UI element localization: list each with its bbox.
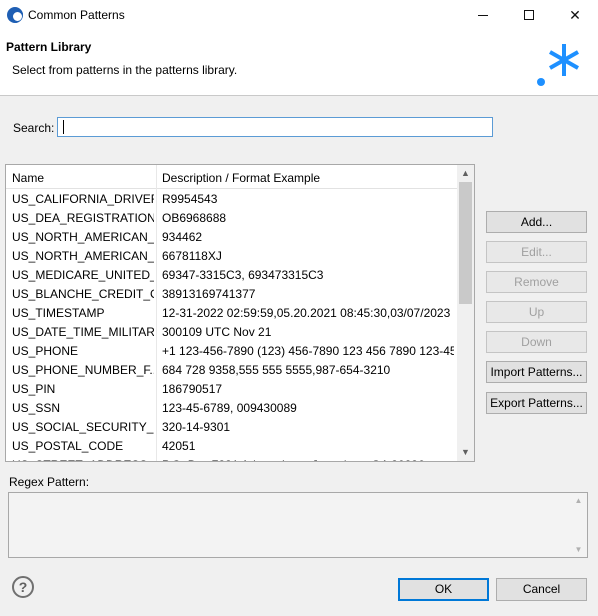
regex-pattern-label: Regex Pattern:	[9, 475, 90, 489]
regex-pattern-field[interactable]: ▲ ▼	[8, 492, 588, 558]
pattern-description-cell: 38913169741377	[162, 287, 256, 301]
edit-button[interactable]: Edit...	[486, 241, 587, 263]
pattern-table[interactable]: Name Description / Format Example US_CAL…	[5, 164, 475, 462]
close-button[interactable]: ✕	[552, 0, 598, 30]
pattern-name-cell: US_CALIFORNIA_DRIVER...	[12, 192, 154, 206]
help-icon[interactable]: ?	[12, 576, 34, 598]
pattern-description-cell: 123-45-6789, 009430089	[162, 401, 297, 415]
table-row[interactable]: US_PIN 186790517	[6, 379, 457, 398]
scrollbar-thumb[interactable]	[459, 182, 472, 304]
table-row[interactable]: US_MEDICARE_UNITED_... 69347-3315C3, 6934…	[6, 265, 457, 284]
window-title: Common Patterns	[28, 8, 125, 22]
scroll-up-arrow-icon[interactable]: ▲	[457, 165, 474, 182]
pattern-name-cell: US_SOCIAL_SECURITY_N...	[12, 420, 154, 434]
table-row[interactable]: US_SSN 123-45-6789, 009430089	[6, 398, 457, 417]
pattern-description-cell: 42051	[162, 439, 196, 453]
pattern-name-cell: US_DATE_TIME_MILITARY	[12, 325, 154, 339]
pattern-description-cell: 934462	[162, 230, 203, 244]
pattern-name-cell: US_PHONE	[12, 344, 79, 358]
pattern-description-cell: +1 123-456-7890 (123) 456-7890 123 456 7…	[162, 344, 454, 358]
pattern-name-cell: US_PHONE_NUMBER_F...	[12, 363, 154, 377]
table-header: Name Description / Format Example	[6, 165, 457, 189]
pattern-name-cell: US_PIN	[12, 382, 56, 396]
up-button[interactable]: Up	[486, 301, 587, 323]
remove-button[interactable]: Remove	[486, 271, 587, 293]
table-row[interactable]: US_SOCIAL_SECURITY_N... 320-14-9301	[6, 417, 457, 436]
banner-subtitle: Select from patterns in the patterns lib…	[12, 63, 238, 77]
close-icon: ✕	[569, 6, 581, 23]
window-titlebar: Common Patterns ✕	[0, 0, 598, 30]
search-input[interactable]	[57, 117, 493, 137]
pattern-description-cell: P.O. Box 7331 Adams Lane Jonesboro GA 30…	[162, 458, 454, 461]
regex-scrollbar[interactable]: ▲ ▼	[570, 493, 587, 557]
scroll-down-arrow-icon[interactable]: ▼	[457, 444, 474, 461]
table-row[interactable]: US_PHONE_NUMBER_F... 684 728 9358,555 555…	[6, 360, 457, 379]
pattern-name-cell: US_STREET_ADDRESS	[12, 458, 154, 461]
regex-star-icon	[537, 44, 579, 86]
scroll-down-arrow-icon[interactable]: ▼	[570, 542, 587, 557]
app-icon	[7, 7, 23, 23]
pattern-name-cell: US_NORTH_AMERICAN_I...	[12, 230, 154, 244]
pattern-name-cell: US_POSTAL_CODE	[12, 439, 124, 453]
table-scrollbar[interactable]: ▲ ▼	[457, 165, 474, 461]
import-patterns-button[interactable]: Import Patterns...	[486, 361, 587, 383]
table-row[interactable]: US_CALIFORNIA_DRIVER... R9954543	[6, 189, 457, 208]
pattern-name-cell: US_SSN	[12, 401, 61, 415]
column-header-name[interactable]: Name	[12, 171, 44, 185]
table-row[interactable]: US_DATE_TIME_MILITARY 300109 UTC Nov 21	[6, 322, 457, 341]
banner-title: Pattern Library	[6, 40, 92, 54]
scroll-up-arrow-icon[interactable]: ▲	[570, 493, 587, 508]
pattern-name-cell: US_NORTH_AMERICAN_...	[12, 249, 154, 263]
down-button[interactable]: Down	[486, 331, 587, 353]
pattern-description-cell: 6678118XJ	[162, 249, 222, 263]
table-row[interactable]: US_TIMESTAMP 12-31-2022 02:59:59,05.20.20…	[6, 303, 457, 322]
maximize-icon	[524, 10, 534, 20]
ok-button[interactable]: OK	[398, 578, 489, 601]
table-row[interactable]: US_STREET_ADDRESS P.O. Box 7331 Adams Lan…	[6, 455, 457, 461]
pattern-description-cell: 12-31-2022 02:59:59,05.20.2021 08:45:30,…	[162, 306, 454, 320]
pattern-description-cell: 300109 UTC Nov 21	[162, 325, 272, 339]
pattern-description-cell: OB6968688	[162, 211, 227, 225]
table-row[interactable]: US_PHONE +1 123-456-7890 (123) 456-7890 1…	[6, 341, 457, 360]
table-body: US_CALIFORNIA_DRIVER... R9954543 US_DEA_RE…	[6, 189, 457, 461]
pattern-name-cell: US_TIMESTAMP	[12, 306, 105, 320]
pattern-description-cell: 186790517	[162, 382, 223, 396]
minimize-button[interactable]	[460, 0, 506, 30]
dialog-banner: Pattern Library Select from patterns in …	[0, 30, 598, 96]
column-header-description[interactable]: Description / Format Example	[162, 171, 320, 185]
table-row[interactable]: US_BLANCHE_CREDIT_C... 38913169741377	[6, 284, 457, 303]
pattern-name-cell: US_MEDICARE_UNITED_...	[12, 268, 154, 282]
maximize-button[interactable]	[506, 0, 552, 30]
pattern-name-cell: US_BLANCHE_CREDIT_C...	[12, 287, 154, 301]
table-row[interactable]: US_NORTH_AMERICAN_... 6678118XJ	[6, 246, 457, 265]
pattern-description-cell: R9954543	[162, 192, 218, 206]
search-label: Search:	[13, 121, 55, 135]
cancel-button[interactable]: Cancel	[496, 578, 587, 601]
export-patterns-button[interactable]: Export Patterns...	[486, 392, 587, 414]
pattern-description-cell: 684 728 9358,555 555 5555,987-654-3210	[162, 363, 391, 377]
minimize-icon	[478, 14, 488, 16]
add-button[interactable]: Add...	[486, 211, 587, 233]
text-caret	[63, 120, 64, 134]
pattern-name-cell: US_DEA_REGISTRATION_...	[12, 211, 154, 225]
table-row[interactable]: US_DEA_REGISTRATION_... OB6968688	[6, 208, 457, 227]
pattern-description-cell: 320-14-9301	[162, 420, 231, 434]
pattern-description-cell: 69347-3315C3, 693473315C3	[162, 268, 324, 282]
table-row[interactable]: US_NORTH_AMERICAN_I... 934462	[6, 227, 457, 246]
table-row[interactable]: US_POSTAL_CODE 42051	[6, 436, 457, 455]
